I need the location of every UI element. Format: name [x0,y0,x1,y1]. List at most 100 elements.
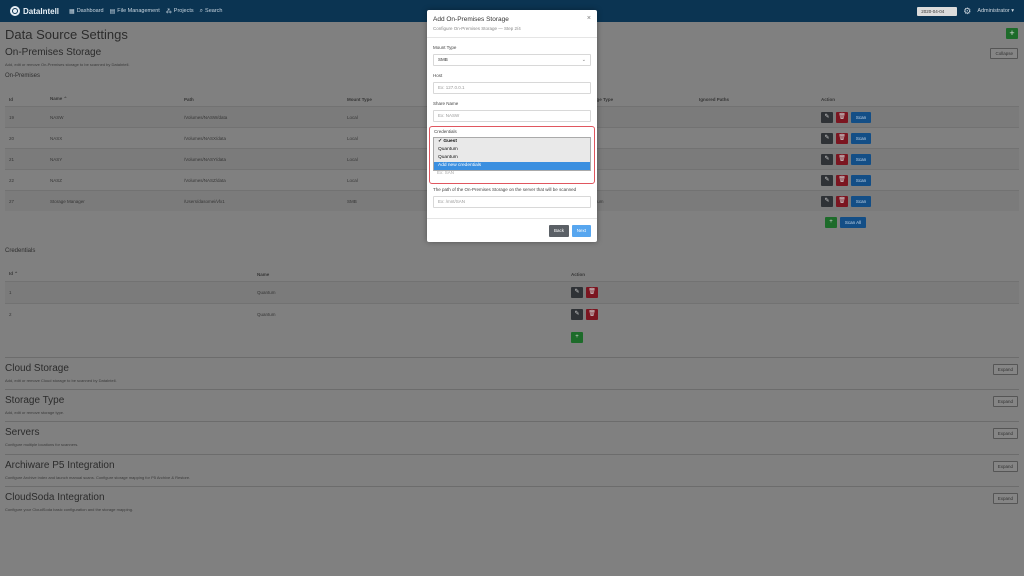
back-button[interactable]: Back [548,225,569,237]
nav-projects[interactable]: ⁂ Projects [166,8,194,15]
cloudsoda-expand-button[interactable]: Expand [992,493,1018,504]
trash-icon[interactable]: 🗑 [586,287,598,298]
row-path: /Volumes/NASW/data [184,114,228,120]
col-id[interactable]: Id [5,97,46,102]
footer-actions: + [567,331,867,343]
scan-button[interactable]: Scan [851,195,871,207]
edit-icon[interactable]: ✎ [571,287,583,298]
trash-icon[interactable]: 🗑 [836,132,848,144]
col-name[interactable]: Name ⌃ [46,96,180,102]
mount-type-select[interactable]: SMB ⌄ [433,54,591,66]
modal-step: Configure On-Premises Storage — Step 2/4 [433,26,521,31]
row-name: NASX [50,135,63,141]
edit-icon[interactable]: ✎ [821,132,833,144]
edit-icon[interactable]: ✎ [571,309,583,320]
option-guest[interactable]: ✓ Guest [434,138,590,146]
trash-icon[interactable]: 🗑 [586,309,598,320]
scan-button[interactable]: Scan [851,174,871,186]
row-name: Quantum [257,312,276,317]
mount-type-label: Mount Type [433,45,457,50]
brand-name: DataIntell [23,6,60,16]
nav-file-management[interactable]: ▤ File Management [110,8,160,15]
share-name-input[interactable]: Ex: NASW [433,110,591,122]
cloud-storage-expand-button[interactable]: Expand [992,364,1018,375]
trash-icon[interactable]: 🗑 [836,153,848,165]
row-actions: ✎ 🗑 Scan [817,153,937,165]
col-storage-type: Storage Type [585,96,614,102]
divider [5,357,1019,358]
scan-button[interactable]: Scan [851,132,871,144]
add-storage-button[interactable]: + [825,216,837,228]
row-path: /Volumes/NASZ/data [184,177,226,183]
close-icon[interactable]: × [587,15,591,22]
row-actions: ✎ 🗑 Scan [817,195,937,207]
nav-search[interactable]: ⌕ Search [200,8,223,15]
modal-footer: Back Next [427,218,597,242]
option-add-new-credentials[interactable]: Add new credentials [434,162,590,170]
storage-type-expand-button[interactable]: Expand [992,396,1018,407]
col-ignored-paths: Ignored Paths [699,96,730,102]
page-title: Data Source Settings [5,27,128,42]
projects-icon: ⁂ [165,8,172,15]
row-actions: ✎ 🗑 Scan [817,132,937,144]
credentials-dropdown[interactable]: ✓ Guest Quantum Quantum Add new credenti… [433,137,591,171]
onprem-desc: Add, edit or remove On-Premises storage … [5,62,130,67]
row-name: NASZ [50,177,63,183]
edit-icon[interactable]: ✎ [821,153,833,165]
table-row: 1 Quantum ✎ 🗑 [5,281,1019,303]
row-actions: ✎ 🗑 Scan [817,111,937,123]
row-id: 19 [9,114,15,120]
path-input[interactable]: Ex: /mnt/SAN [433,196,591,208]
col-action: Action [571,271,585,277]
scan-button[interactable]: Scan [851,153,871,165]
date-picker[interactable]: 2020-04-04 [917,6,958,16]
row-storage: SAN [581,178,695,183]
row-path: /Volumes/NASX/data [184,135,227,141]
cloud-storage-desc: Add, edit or remove Cloud storage to be … [5,378,117,383]
credentials-field: Credentials ✓ Guest Quantum Quantum Add … [429,126,595,184]
add-data-source-button[interactable]: + [1006,28,1018,39]
dataintell-logo-icon [10,6,20,16]
trash-icon[interactable]: 🗑 [836,174,848,186]
divider [5,389,1019,390]
host-input[interactable]: Ex: 127.0.0.1 [433,82,591,94]
user-menu[interactable]: Administrator ▾ [977,8,1014,14]
cloud-storage-title: Cloud Storage [5,363,69,374]
brand[interactable]: DataIntell [10,6,59,16]
row-id: 22 [9,177,15,183]
storage-type-placeholder: Ex: SAN [437,170,455,175]
table-row: 2 Quantum ✎ 🗑 [5,303,1019,325]
servers-title: Servers [5,427,40,438]
add-credential-button[interactable]: + [571,331,583,343]
servers-expand-button[interactable]: Expand [992,428,1018,439]
scan-button[interactable]: Scan [851,111,871,123]
scan-all-button[interactable]: Scan All [840,216,866,228]
storage-type-desc: Add, edit or remove storage type. [5,410,65,415]
nav-dashboard[interactable]: ▦ Dashboard [69,8,104,15]
col-action: Action [821,96,835,102]
trash-icon[interactable]: 🗑 [836,195,848,207]
archiware-expand-button[interactable]: Expand [992,461,1018,472]
edit-icon[interactable]: ✎ [821,195,833,207]
nav-projects-label: Projects [173,8,194,14]
row-id: 2 [9,312,12,317]
col-id[interactable]: Id ⌃ [5,271,253,277]
row-storage: SAN [581,136,695,141]
gear-icon[interactable]: ⚙ [963,6,971,17]
path-help: The path of the On-Premises Storage on t… [433,187,577,192]
storage-type-title: Storage Type [5,395,65,406]
row-name: NASY [50,156,63,162]
row-actions: ✎ 🗑 [567,287,867,298]
edit-icon[interactable]: ✎ [821,174,833,186]
row-storage: NAS [581,157,695,162]
nav-dashboard-label: Dashboard [76,8,104,14]
option-quantum[interactable]: Quantum [434,146,590,154]
trash-icon[interactable]: 🗑 [836,111,848,123]
onprem-subhead: On-Premises [5,73,41,79]
edit-icon[interactable]: ✎ [821,111,833,123]
row-actions: ✎ 🗑 Scan [817,174,937,186]
next-button[interactable]: Next [571,225,591,237]
collapse-button[interactable]: Collapse [990,48,1018,59]
option-quantum[interactable]: Quantum [434,154,590,162]
table-header: Id ⌃ Name Action [5,267,1019,281]
